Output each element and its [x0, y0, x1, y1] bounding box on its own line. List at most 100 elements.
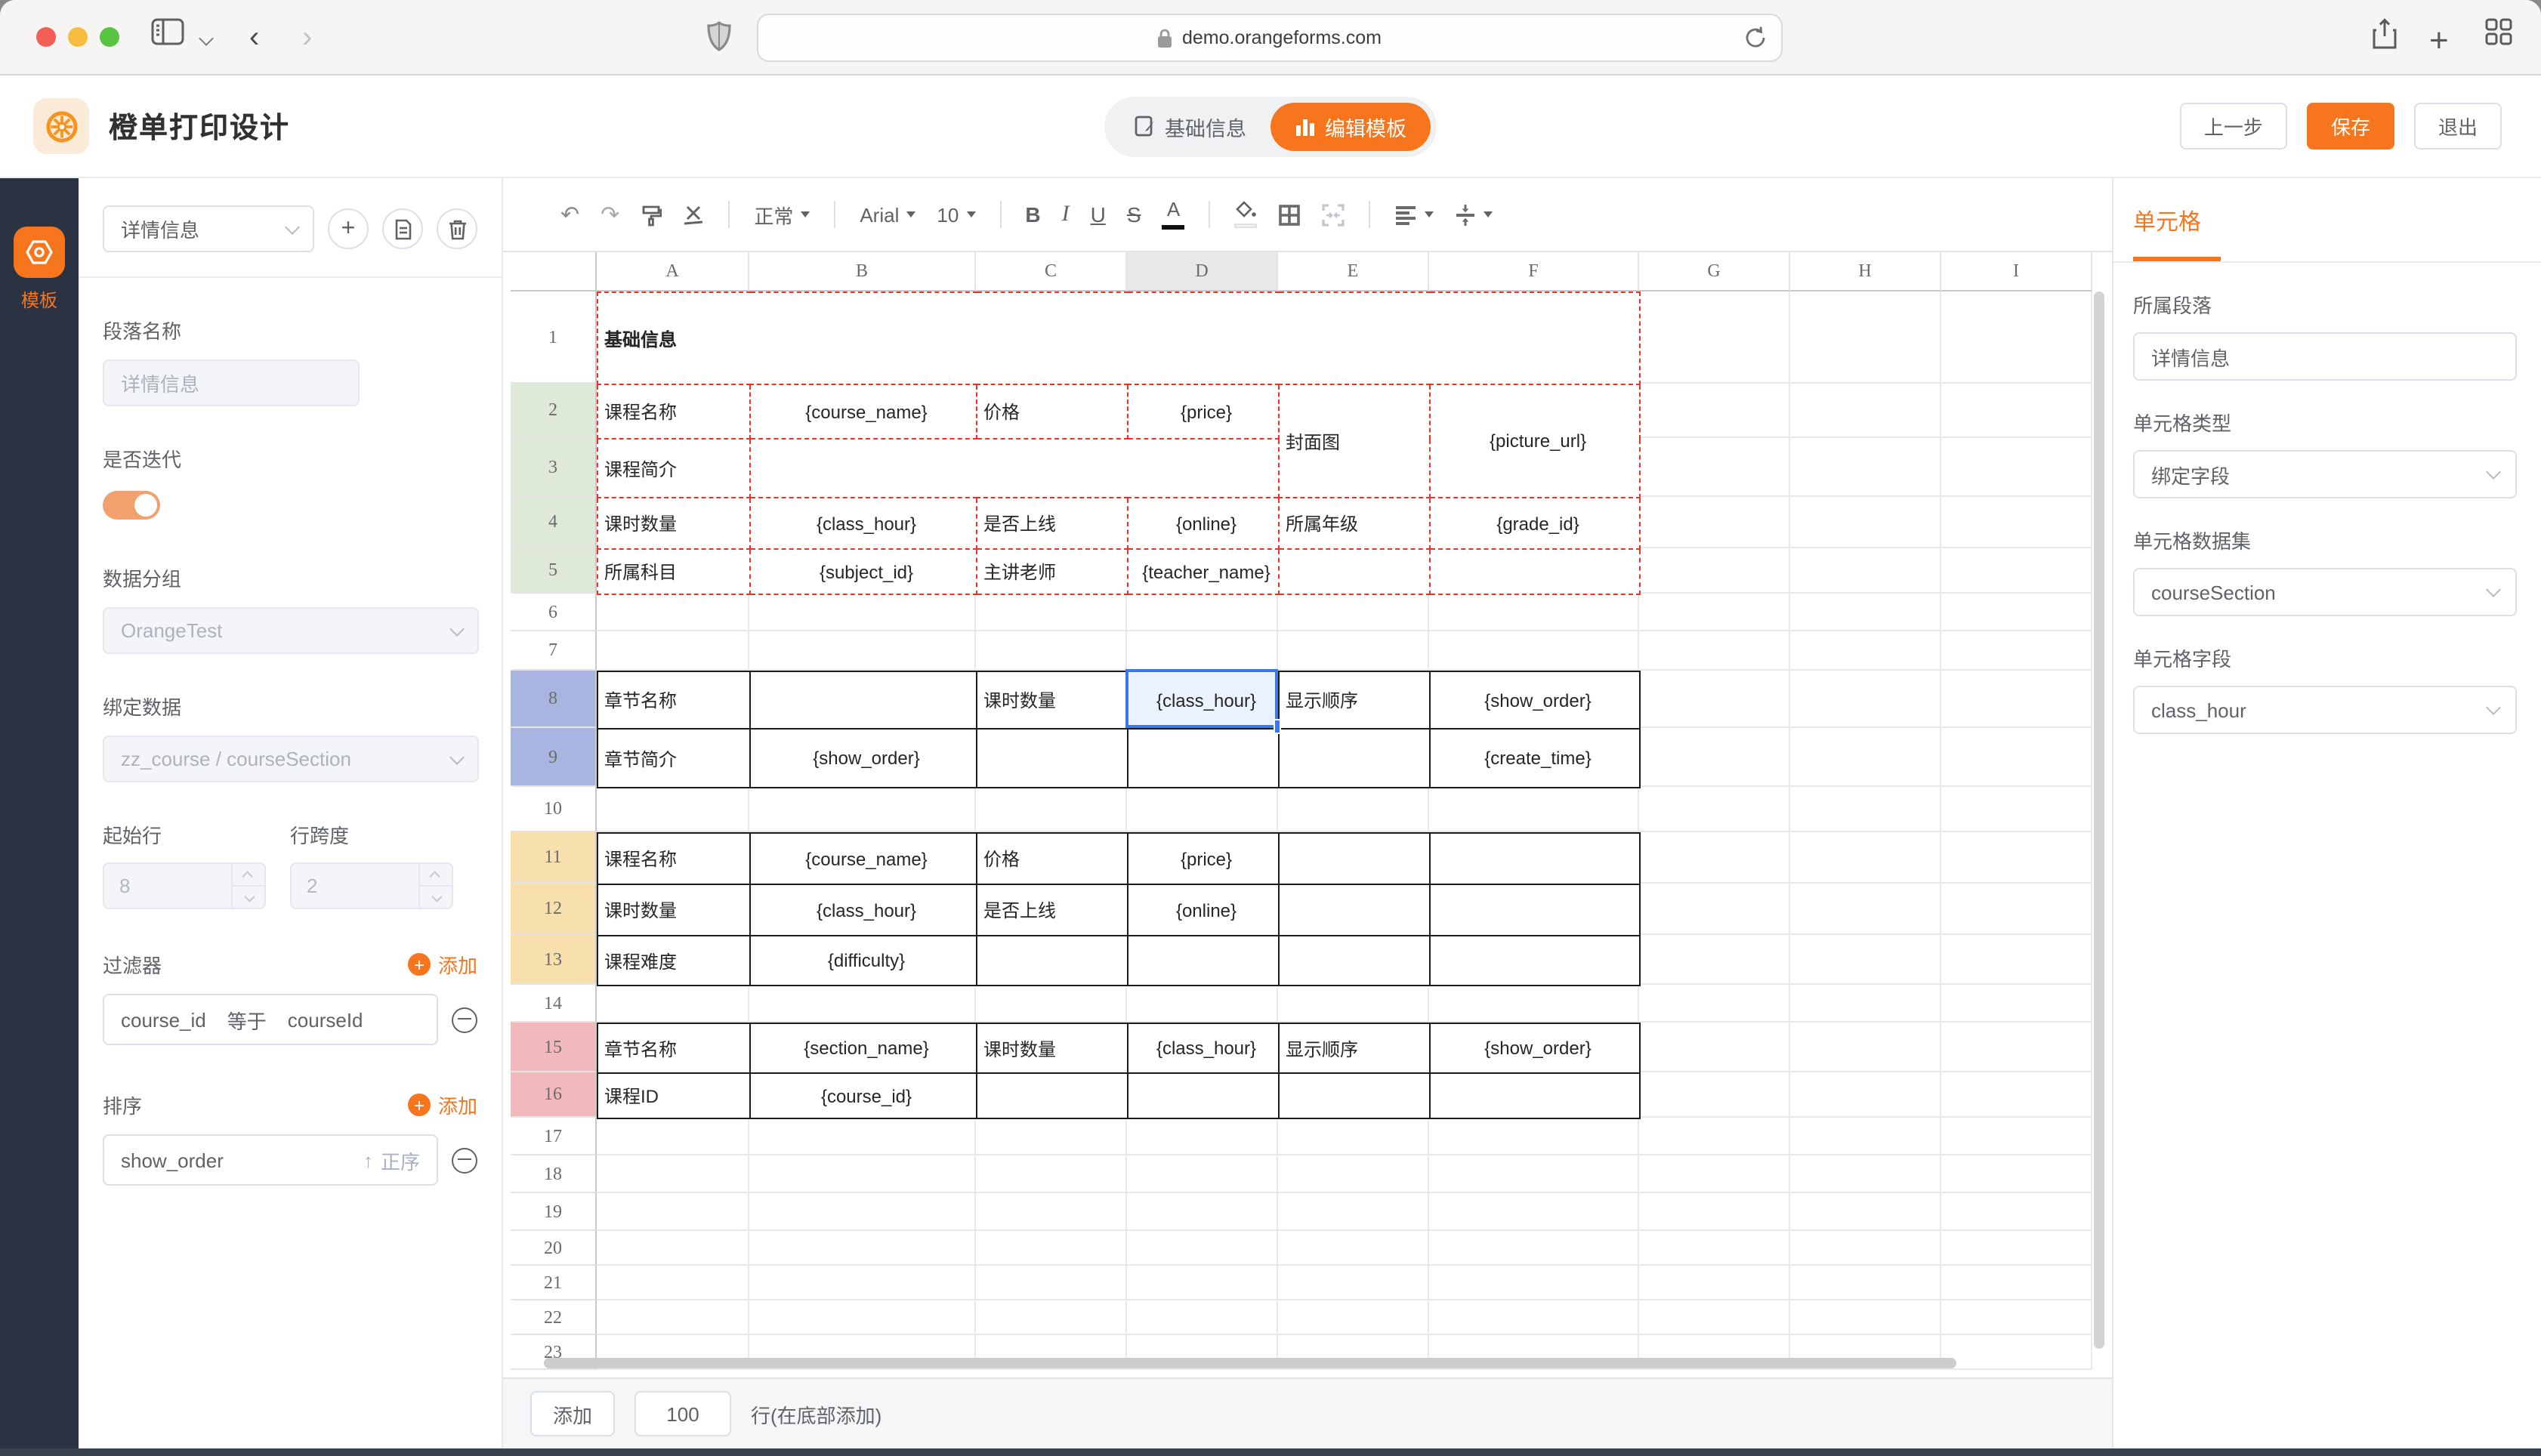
cell-C7[interactable]	[976, 631, 1127, 671]
paragraph-name-input[interactable]: 详情信息	[103, 359, 360, 406]
cell-G7[interactable]	[1639, 631, 1790, 671]
cell-F16[interactable]	[1430, 1073, 1640, 1118]
cell-C18[interactable]	[976, 1155, 1127, 1193]
remove-sort-icon[interactable]	[452, 1147, 477, 1173]
cell-D4[interactable]: {online}	[1128, 498, 1279, 549]
cell-E10[interactable]	[1278, 787, 1429, 832]
cell-B4[interactable]: {class_hour}	[750, 498, 977, 549]
cell-I4[interactable]	[1941, 497, 2092, 548]
cell-H3[interactable]	[1790, 438, 1941, 497]
row-header-15[interactable]: 15	[511, 1023, 597, 1072]
cell-I12[interactable]	[1941, 884, 2092, 935]
cell-H21[interactable]	[1790, 1266, 1941, 1300]
row-header-19[interactable]: 19	[511, 1193, 597, 1231]
save-button[interactable]: 保存	[2307, 103, 2394, 150]
start-row-stepper[interactable]: 8	[103, 862, 266, 909]
vertical-align-dropdown[interactable]	[1456, 203, 1493, 226]
cell-D15[interactable]: {class_hour}	[1128, 1023, 1279, 1073]
row-header-4[interactable]: 4	[511, 497, 597, 548]
cell-A10[interactable]	[597, 787, 749, 832]
cell-G4[interactable]	[1639, 497, 1790, 548]
column-header-D[interactable]: D	[1127, 252, 1278, 292]
cell-G12[interactable]	[1639, 884, 1790, 935]
cell-A6[interactable]	[597, 594, 749, 631]
cell-E9[interactable]	[1279, 729, 1430, 788]
cell-A9[interactable]: 章节简介	[597, 729, 750, 788]
remove-filter-icon[interactable]	[452, 1007, 477, 1032]
row-header-10[interactable]: 10	[511, 787, 597, 832]
cell-H2[interactable]	[1790, 384, 1941, 438]
cell-I8[interactable]	[1941, 671, 2092, 728]
tab-edit-template[interactable]: 编辑模板	[1270, 102, 1431, 150]
cell-I1[interactable]	[1941, 292, 2092, 384]
row-header-22[interactable]: 22	[511, 1300, 597, 1335]
cell-I2[interactable]	[1941, 384, 2092, 438]
cell-I10[interactable]	[1941, 787, 2092, 832]
share-icon[interactable]	[2372, 18, 2397, 50]
row-header-12[interactable]: 12	[511, 884, 597, 935]
cell-F13[interactable]	[1430, 936, 1640, 986]
cell-D22[interactable]	[1127, 1300, 1278, 1335]
underline-icon[interactable]: U	[1091, 202, 1106, 227]
cell-I5[interactable]	[1941, 548, 2092, 594]
cell-I21[interactable]	[1941, 1266, 2092, 1300]
cell-E13[interactable]	[1279, 936, 1430, 986]
cell-E16[interactable]	[1279, 1073, 1430, 1118]
cell-F5[interactable]	[1430, 549, 1640, 594]
cell-E22[interactable]	[1278, 1300, 1429, 1335]
template-nav-label[interactable]: 模板	[0, 287, 79, 313]
cell-F8[interactable]: {show_order}	[1430, 671, 1640, 729]
cell-G18[interactable]	[1639, 1155, 1790, 1193]
cell-style-dropdown[interactable]: 正常	[754, 200, 810, 229]
add-section-button[interactable]: +	[328, 208, 369, 249]
cell-F7[interactable]	[1429, 631, 1639, 671]
cell-H8[interactable]	[1790, 671, 1941, 728]
cell-E18[interactable]	[1278, 1155, 1429, 1193]
close-window-button[interactable]	[36, 27, 56, 47]
row-header-17[interactable]: 17	[511, 1118, 597, 1155]
merge-cells-icon[interactable]	[1323, 203, 1345, 226]
cell-E8[interactable]: 显示顺序	[1279, 671, 1430, 729]
iterate-toggle[interactable]	[103, 491, 160, 520]
cell-G11[interactable]	[1639, 832, 1790, 884]
new-tab-icon[interactable]: +	[2429, 21, 2449, 60]
cell-C15[interactable]: 课时数量	[977, 1023, 1128, 1073]
cell-D19[interactable]	[1127, 1193, 1278, 1231]
sidebar-icon[interactable]	[151, 18, 184, 45]
cell-C11[interactable]: 价格	[977, 833, 1128, 884]
cell-B2[interactable]: {course_name}	[750, 384, 977, 439]
cell-E5[interactable]	[1279, 549, 1430, 594]
borders-icon[interactable]	[1279, 203, 1301, 226]
cell-E15[interactable]: 显示顺序	[1279, 1023, 1430, 1073]
shield-icon[interactable]	[707, 21, 731, 51]
cell-I16[interactable]	[1941, 1072, 2092, 1118]
cell-F19[interactable]	[1429, 1193, 1639, 1231]
cell-I19[interactable]	[1941, 1193, 2092, 1231]
row-span-stepper[interactable]: 2	[290, 862, 453, 909]
back-button[interactable]: ‹	[249, 20, 259, 56]
cell-C2[interactable]: 价格	[977, 384, 1128, 439]
cell-A13[interactable]: 课程难度	[597, 936, 750, 986]
row-header-1[interactable]: 1	[511, 292, 597, 384]
undo-icon[interactable]: ↶	[560, 201, 579, 228]
cell-D18[interactable]	[1127, 1155, 1278, 1193]
cell-B8[interactable]	[750, 671, 977, 729]
copy-section-button[interactable]	[382, 208, 423, 249]
cell-I22[interactable]	[1941, 1300, 2092, 1335]
cell-F11[interactable]	[1430, 833, 1640, 884]
cell-H12[interactable]	[1790, 884, 1941, 935]
cell-B9[interactable]: {show_order}	[750, 729, 977, 788]
cell-E20[interactable]	[1278, 1231, 1429, 1266]
cell-C9[interactable]	[977, 729, 1128, 788]
cell-F22[interactable]	[1429, 1300, 1639, 1335]
cell-E6[interactable]	[1278, 594, 1429, 631]
row-header-8[interactable]: 8	[511, 671, 597, 728]
cell-B12[interactable]: {class_hour}	[750, 884, 977, 936]
sidebar-chevron-icon[interactable]	[199, 31, 214, 46]
cell-H18[interactable]	[1790, 1155, 1941, 1193]
cell-G16[interactable]	[1639, 1072, 1790, 1118]
cell-D21[interactable]	[1127, 1266, 1278, 1300]
add-sort-button[interactable]: + 添加	[408, 1090, 477, 1119]
cell-D11[interactable]: {price}	[1128, 833, 1279, 884]
row-header-14[interactable]: 14	[511, 985, 597, 1023]
